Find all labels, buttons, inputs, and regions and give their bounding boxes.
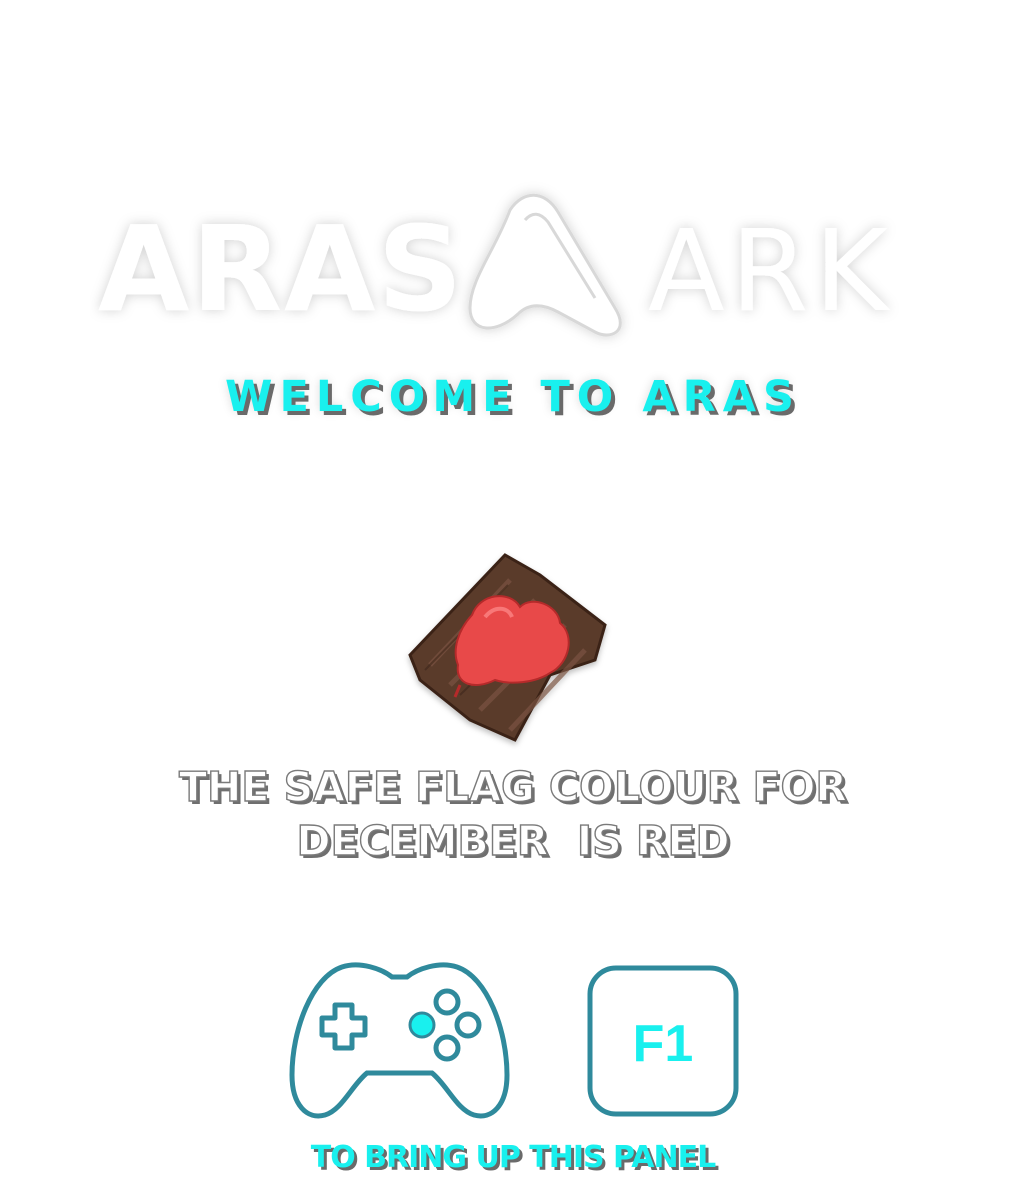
safe-flag-line-1: THE SAFE FLAG COLOUR FOR <box>178 762 847 811</box>
panel-hint: TO BRING UP THIS PANEL <box>310 1140 716 1175</box>
aras-a-mark-icon <box>468 193 622 337</box>
f1-key-icon: F1 <box>587 965 739 1117</box>
welcome-heading: WELCOME TO ARAS <box>225 372 801 422</box>
gamepad-icon <box>289 962 510 1119</box>
logo-text-aras: ARAS <box>98 200 465 338</box>
safe-flag-line-2: DECEMBER IS RED <box>296 816 730 865</box>
logo-text-ark: ARK <box>648 207 894 337</box>
aras-ark-logo: ARAS ARK <box>98 193 894 338</box>
red-flag-on-wooden-board-icon <box>408 553 607 742</box>
safe-flag-message: THE SAFE FLAG COLOUR FOR DECEMBER IS RED <box>0 760 1026 868</box>
f1-key-label: F1 <box>633 1015 694 1073</box>
